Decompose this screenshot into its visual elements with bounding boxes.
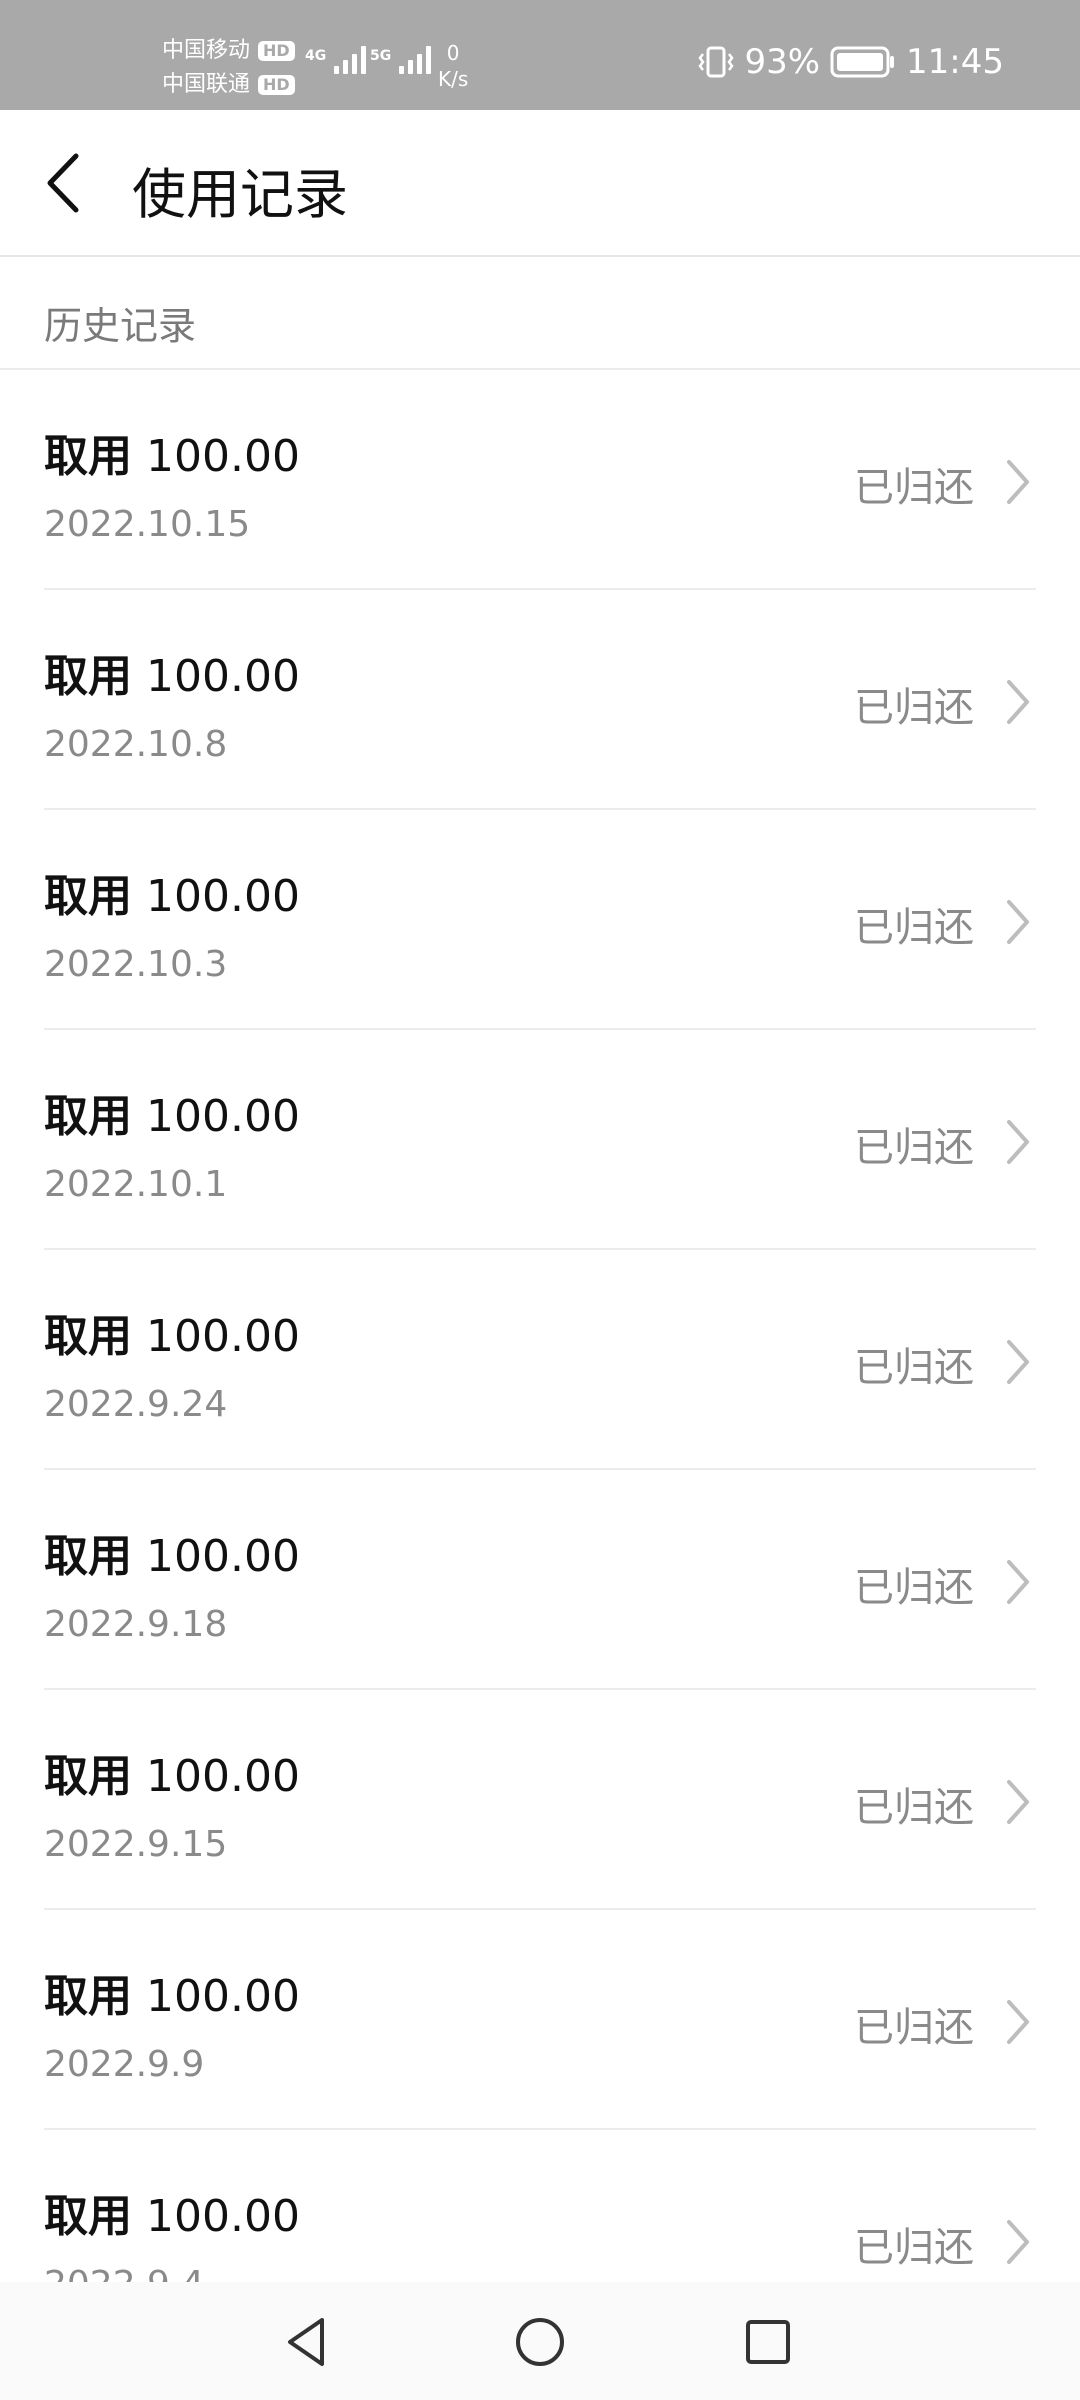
record-verb: 取用 (44, 1971, 132, 2022)
chevron-right-icon (1007, 680, 1029, 724)
list-item[interactable]: 取用 100.00 2022.9.24 已归还 (44, 1250, 1036, 1470)
list-item[interactable]: 取用 100.00 2022.9.4 已归还 (44, 2130, 1036, 2282)
record-title: 取用 100.00 (44, 1740, 300, 1804)
list-item[interactable]: 取用 100.00 2022.10.8 已归还 (44, 590, 1036, 810)
record-date: 2022.9.18 (44, 1604, 228, 1645)
network-type-1: 4G (305, 48, 327, 64)
record-verb: 取用 (44, 1531, 132, 1582)
record-amount: 100.00 (146, 1751, 300, 1802)
record-title: 取用 100.00 (44, 420, 300, 484)
clock: 11:45 (906, 42, 1004, 82)
record-amount: 100.00 (146, 651, 300, 702)
section-title: 历史记录 (44, 304, 197, 348)
record-amount: 100.00 (146, 431, 300, 482)
chevron-right-icon (1007, 1780, 1029, 1824)
record-verb: 取用 (44, 1311, 132, 1362)
record-title: 取用 100.00 (44, 1520, 300, 1584)
network-type-2: 5G (370, 48, 392, 64)
list-item[interactable]: 取用 100.00 2022.9.9 已归还 (44, 1910, 1036, 2130)
record-status: 已归还 (854, 2005, 974, 2051)
chevron-right-icon (1007, 460, 1029, 504)
record-date: 2022.10.8 (44, 724, 228, 765)
record-verb: 取用 (44, 1091, 132, 1142)
record-title: 取用 100.00 (44, 640, 300, 704)
nav-recent-icon[interactable] (738, 2312, 798, 2372)
record-verb: 取用 (44, 651, 132, 702)
record-title: 取用 100.00 (44, 1960, 300, 2024)
record-verb: 取用 (44, 871, 132, 922)
net-speed-unit: K/s (438, 67, 469, 91)
record-title: 取用 100.00 (44, 2180, 300, 2244)
net-speed-value: 0 (446, 41, 460, 65)
record-amount: 100.00 (146, 871, 300, 922)
record-date: 2022.10.3 (44, 944, 228, 985)
list-item[interactable]: 取用 100.00 2022.10.3 已归还 (44, 810, 1036, 1030)
nav-back-icon[interactable] (278, 2312, 338, 2372)
record-amount: 100.00 (146, 2191, 300, 2242)
chevron-right-icon (1007, 1120, 1029, 1164)
record-verb: 取用 (44, 1751, 132, 1802)
chevron-right-icon (1007, 2220, 1029, 2264)
record-amount: 100.00 (146, 1311, 300, 1362)
back-icon[interactable] (42, 150, 86, 216)
record-title: 取用 100.00 (44, 1300, 300, 1364)
chevron-right-icon (1007, 1560, 1029, 1604)
record-date: 2022.9.15 (44, 1824, 228, 1865)
page-title: 使用记录 (132, 163, 348, 226)
list-item[interactable]: 取用 100.00 2022.9.18 已归还 (44, 1470, 1036, 1690)
navigation-bar (0, 2282, 1080, 2400)
record-verb: 取用 (44, 431, 132, 482)
chevron-right-icon (1007, 1340, 1029, 1384)
record-status: 已归还 (854, 1565, 974, 1611)
record-status: 已归还 (854, 1785, 974, 1831)
nav-home-icon[interactable] (510, 2312, 570, 2372)
record-status: 已归还 (854, 1125, 974, 1171)
status-right-group: 93% 11:45 (698, 42, 1004, 82)
chevron-right-icon (1007, 2000, 1029, 2044)
list-item[interactable]: 取用 100.00 2022.10.1 已归还 (44, 1030, 1036, 1250)
record-date: 2022.10.1 (44, 1164, 228, 1205)
net-speed: 0 K/s (438, 40, 468, 92)
record-title: 取用 100.00 (44, 1080, 300, 1144)
record-date: 2022.9.9 (44, 2044, 205, 2085)
carrier-1: 中国移动 (162, 38, 251, 63)
hd-badge-1: HD (258, 41, 295, 61)
carrier-2: 中国联通 (162, 72, 251, 97)
record-amount: 100.00 (146, 1971, 300, 2022)
record-date: 2022.9.24 (44, 1384, 228, 1425)
record-status: 已归还 (854, 465, 974, 511)
app-header: 使用记录 (0, 110, 1080, 257)
record-title: 取用 100.00 (44, 860, 300, 924)
record-amount: 100.00 (146, 1091, 300, 1142)
signal-icon: 4G (305, 46, 367, 74)
battery-icon (830, 46, 895, 78)
vibrate-icon (698, 46, 734, 78)
signal-icon: 5G (370, 46, 432, 74)
record-date: 2022.10.15 (44, 504, 251, 545)
status-bar: 中国移动 HD 中国联通 HD 4G 5G 0 K/s 93% 11:45 (0, 0, 1080, 110)
hd-badge-2: HD (258, 75, 295, 95)
list-item[interactable]: 取用 100.00 2022.9.15 已归还 (44, 1690, 1036, 1910)
record-date: 2022.9.4 (44, 2264, 204, 2282)
record-amount: 100.00 (146, 1531, 300, 1582)
list-item[interactable]: 取用 100.00 2022.10.15 已归还 (44, 370, 1036, 590)
chevron-right-icon (1007, 900, 1029, 944)
record-verb: 取用 (44, 2191, 132, 2242)
record-status: 已归还 (854, 2225, 974, 2271)
record-status: 已归还 (854, 1345, 974, 1391)
carrier-info: 中国移动 HD 中国联通 HD (162, 34, 295, 102)
record-list[interactable]: 取用 100.00 2022.10.15 已归还 取用 100.00 2022.… (0, 370, 1080, 2282)
battery-percent: 93% (744, 42, 821, 82)
record-status: 已归还 (854, 685, 974, 731)
record-status: 已归还 (854, 905, 974, 951)
